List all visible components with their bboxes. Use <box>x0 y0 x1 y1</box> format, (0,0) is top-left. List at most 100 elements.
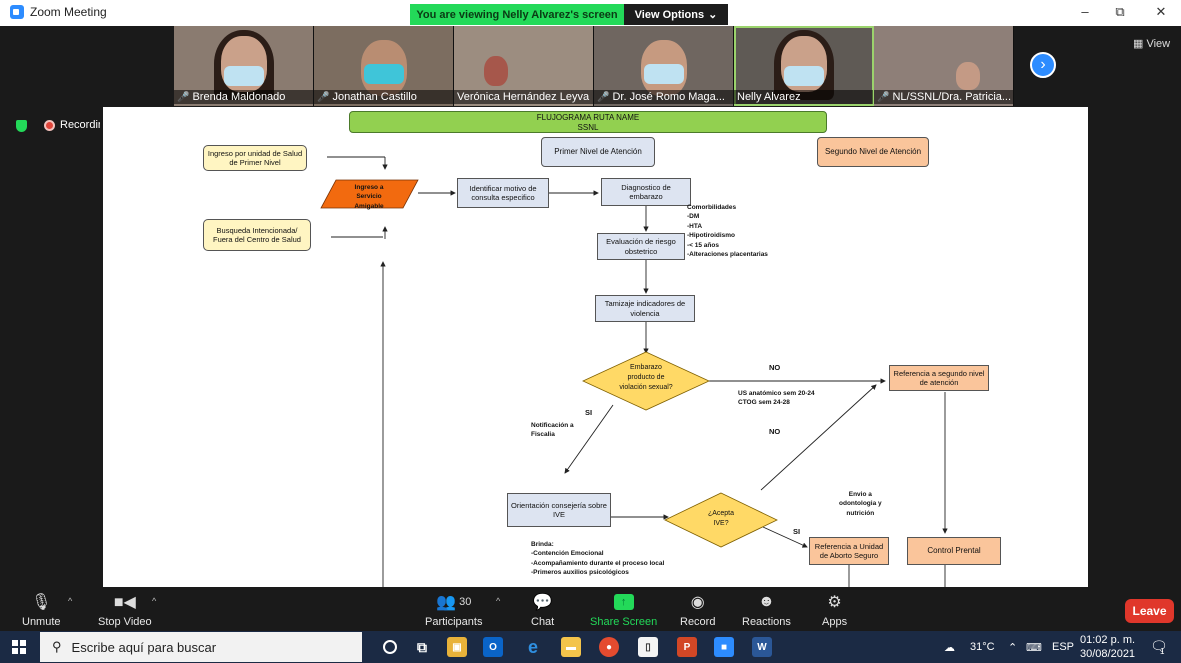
referencia-aborto-box: Referencia a Unidad de Aborto Seguro <box>809 537 889 565</box>
share-screen-button[interactable]: ↑ Share Screen <box>590 591 657 628</box>
zoom-taskbar-icon[interactable]: ■ <box>714 637 734 657</box>
participant-name: Jonathan Castillo <box>332 91 417 103</box>
viewing-banner: You are viewing Nelly Alvarez's screen V… <box>410 4 728 25</box>
unmute-label: Unmute <box>22 616 61 628</box>
mic-muted-icon: 🎤 <box>177 91 190 103</box>
record-label: Record <box>680 616 716 628</box>
participants-caret-icon[interactable]: ^ <box>496 596 500 606</box>
share-screen-icon: ↑ <box>613 594 634 610</box>
brinda-list: Brinda: -Contención Emocional -Acompañam… <box>531 541 665 577</box>
evaluacion-box: Evaluación de riesgo obstetrico <box>597 233 685 260</box>
tray-chevron-icon[interactable]: ⌃ <box>1008 641 1017 654</box>
stop-video-label: Stop Video <box>98 616 152 628</box>
tamizaje-box: Tamizaje indicadores de violencia <box>595 295 695 322</box>
audio-options-caret-icon[interactable]: ^ <box>68 596 72 606</box>
participant-name-bar: 🎤 Dr. José Romo Maga... <box>594 90 733 104</box>
ingreso-unidad-box: Ingreso por unidad de Salud de Primer Ni… <box>203 145 307 171</box>
powerpoint-icon[interactable]: P <box>677 637 697 657</box>
control-prental-box: Control Prental <box>907 537 1001 565</box>
apps-button[interactable]: ⚙ Apps <box>822 591 847 628</box>
view-button[interactable]: ▦ View <box>1133 37 1170 50</box>
mic-muted-icon: 🎤 <box>877 91 890 103</box>
edge-icon[interactable]: e <box>523 637 543 657</box>
clock-date: 30/08/2021 <box>1080 648 1136 660</box>
weather-icon[interactable]: ☁ <box>944 641 955 654</box>
smiley-icon: ☻ <box>758 593 775 610</box>
view-options-button[interactable]: View Options ⌄ <box>624 4 728 25</box>
si-label-1: SI <box>585 408 593 417</box>
windows-start-icon[interactable] <box>12 640 26 654</box>
diagnostico-box: Diagnostico de embarazo <box>601 178 691 206</box>
reactions-button[interactable]: ☻ Reactions <box>742 591 791 628</box>
participant-tile[interactable]: 🎤 NL/SSNL/Dra. Patricia... <box>874 26 1014 106</box>
stop-video-button[interactable]: ■◀ Stop Video <box>98 591 152 628</box>
word-icon[interactable]: W <box>752 637 772 657</box>
no-label-2: NO <box>769 427 781 436</box>
close-button[interactable]: ✕ <box>1146 4 1176 20</box>
participant-name-bar: 🎤 NL/SSNL/Dra. Patricia... <box>874 90 1013 104</box>
chat-label: Chat <box>531 616 555 628</box>
document-icon[interactable]: ▯ <box>638 637 658 657</box>
si-label-2: SI <box>793 527 801 536</box>
participant-tile[interactable]: 🎤 Jonathan Castillo <box>314 26 454 106</box>
video-camera-icon: ■◀ <box>113 594 136 611</box>
flowchart-title: FLUJOGRAMA RUTA NAME SSNL <box>349 111 827 133</box>
participant-tile[interactable]: 🎤 Dr. José Romo Maga... <box>594 26 734 106</box>
search-icon: ⚲ <box>52 639 62 654</box>
flowchart-title-line2: SSNL <box>577 123 599 132</box>
participants-icon: 👥 <box>436 594 457 611</box>
face-mask <box>643 64 684 84</box>
app-title-text: Zoom Meeting <box>30 5 107 19</box>
zoom-logo-icon <box>10 5 24 19</box>
face-mask <box>783 66 824 86</box>
chat-button[interactable]: 💬 Chat <box>531 591 554 628</box>
participant-name: Brenda Maldonado <box>192 91 286 103</box>
chrome-icon[interactable]: ● <box>599 637 619 657</box>
weather-temp[interactable]: 31°C <box>970 641 995 653</box>
notification-count: 1 <box>1160 647 1165 656</box>
participant-name-bar: Verónica Hernández Leyva <box>454 90 593 104</box>
share-screen-label: Share Screen <box>590 616 658 628</box>
next-participants-button[interactable]: › <box>1030 52 1056 78</box>
identificar-box: Identificar motivo de consulta especific… <box>457 178 549 208</box>
participant-name-bar: 🎤 Jonathan Castillo <box>314 90 453 104</box>
participant-name-bar: 🎤 Brenda Maldonado <box>174 90 313 104</box>
shared-screen: FLUJOGRAMA RUTA NAME SSNL Primer Nivel d… <box>103 107 1088 587</box>
recording-icon <box>44 120 55 131</box>
notification-icon[interactable]: 🗨 <box>1150 638 1168 655</box>
record-button[interactable]: ◉ Record <box>680 591 715 628</box>
participant-tile[interactable]: Verónica Hernández Leyva <box>454 26 594 106</box>
participant-tile-active[interactable]: Nelly Alvarez <box>734 26 874 106</box>
network-icon[interactable]: ⌨ <box>1026 641 1042 654</box>
envio-label: Envio a odontologia y nutrición <box>839 491 882 517</box>
mic-off-icon: 🎙 <box>31 594 52 611</box>
task-view-icon[interactable]: ⧉ <box>412 637 432 657</box>
clock-time: 01:02 p. m. <box>1080 634 1136 646</box>
taskbar-search-placeholder: Escribe aquí para buscar <box>71 639 217 655</box>
us-ctog-text: US anatómico sem 20-24 CTOG sem 24-28 <box>738 390 815 407</box>
file-explorer-icon[interactable]: ▬ <box>561 637 581 657</box>
leave-button[interactable]: Leave <box>1125 599 1174 623</box>
security-shield-icon[interactable] <box>16 120 27 132</box>
cortana-icon[interactable] <box>383 640 397 654</box>
minimize-button[interactable]: – <box>1070 4 1100 19</box>
language-indicator[interactable]: ESP <box>1052 641 1074 653</box>
face-mask <box>223 66 264 86</box>
connector-arrow <box>762 526 808 548</box>
participants-button[interactable]: 👥 30 Participants <box>425 591 482 628</box>
video-options-caret-icon[interactable]: ^ <box>152 596 156 606</box>
participant-face <box>483 56 508 86</box>
taskbar-search[interactable]: ⚲ Escribe aquí para buscar <box>40 632 362 662</box>
maximize-button[interactable]: ⧉ <box>1105 4 1135 20</box>
no-label-1: NO <box>769 363 781 372</box>
unmute-button[interactable]: 🎙 Unmute <box>22 591 61 628</box>
app-title: Zoom Meeting <box>10 5 107 19</box>
store-icon[interactable]: ▣ <box>447 637 467 657</box>
participant-tile[interactable]: 🎤 Brenda Maldonado <box>174 26 314 106</box>
chevron-down-icon: ⌄ <box>708 9 718 21</box>
view-label: View <box>1146 38 1171 50</box>
outlook-icon[interactable]: O <box>483 637 503 657</box>
grid-icon: ▦ <box>1133 38 1144 50</box>
participant-name: Verónica Hernández Leyva <box>457 91 590 103</box>
taskbar-clock[interactable]: 01:02 p. m. 30/08/2021 <box>1080 633 1135 661</box>
